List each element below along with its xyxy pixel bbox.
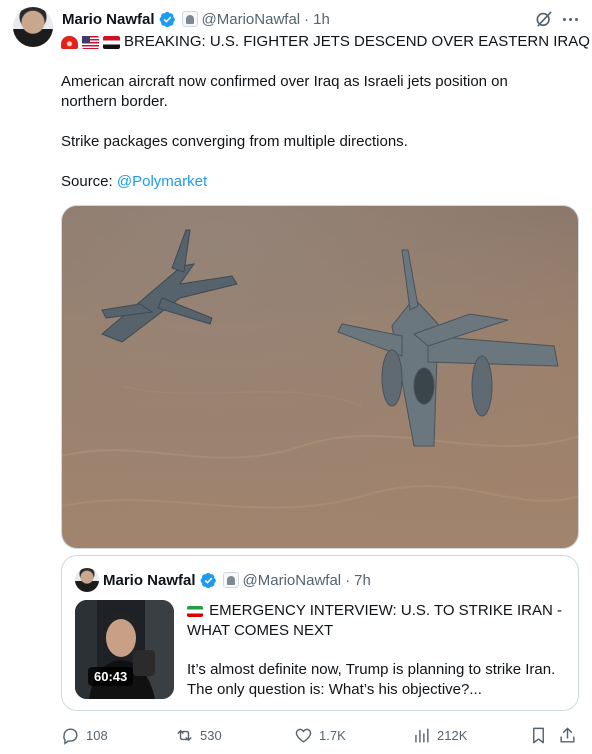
reply-button[interactable]: 108 (61, 722, 108, 748)
tweet-paragraph-2: Strike packages converging from multiple… (61, 133, 408, 150)
verified-badge-icon[interactable] (159, 11, 176, 28)
repost-count: 530 (200, 727, 222, 743)
quoted-author-name[interactable]: Mario Nawfal (103, 572, 196, 589)
tweet-time[interactable]: 1h (313, 11, 330, 28)
reply-count: 108 (86, 727, 108, 743)
iraq-flag-emoji-icon (103, 35, 120, 49)
quoted-tweet-time[interactable]: 7h (354, 572, 371, 589)
more-options-icon[interactable] (559, 8, 581, 30)
video-duration-badge: 60:43 (88, 667, 134, 686)
tweet-headline: BREAKING: U.S. FIGHTER JETS DESCEND OVER… (61, 32, 590, 52)
grok-icon[interactable] (534, 9, 554, 29)
like-button[interactable]: 1.7K (294, 722, 346, 748)
reply-icon (63, 727, 78, 745)
tweet-media-image[interactable] (61, 205, 579, 549)
quoted-tweet-header: Mario Nawfal @MarioNawfal · 7h (103, 570, 371, 590)
author-avatar[interactable] (13, 7, 53, 47)
fighter-jets-photo (62, 206, 578, 548)
separator-dot: · (304, 10, 310, 28)
source-label: Source: (61, 173, 117, 190)
heart-icon (295, 728, 312, 743)
views-count: 212K (437, 727, 468, 743)
affiliate-badge-icon[interactable] (222, 572, 239, 588)
share-button[interactable] (558, 722, 577, 748)
quoted-author-avatar[interactable] (75, 568, 99, 592)
repost-icon (177, 729, 192, 741)
source-link[interactable]: @Polymarket (117, 173, 207, 190)
iran-flag-emoji-icon (187, 605, 203, 617)
tweet-actions-bar: 108 530 1.7K 212K (61, 722, 581, 748)
verified-badge-icon[interactable] (200, 572, 217, 589)
quoted-author-handle[interactable]: @MarioNawfal (243, 572, 342, 589)
us-flag-emoji-icon (82, 35, 99, 49)
affiliate-badge-icon[interactable] (181, 11, 198, 27)
quoted-tweet-title: EMERGENCY INTERVIEW: U.S. TO STRIKE IRAN… (187, 601, 567, 641)
analytics-icon (415, 727, 429, 743)
bookmark-icon (533, 727, 544, 743)
quoted-title-text: EMERGENCY INTERVIEW: U.S. TO STRIKE IRAN… (187, 602, 563, 639)
author-handle[interactable]: @MarioNawfal (202, 11, 301, 28)
tweet-header: Mario Nawfal @MarioNawfal · 1h (62, 9, 330, 29)
like-count: 1.7K (319, 727, 346, 743)
siren-emoji-icon (61, 35, 78, 49)
quoted-tweet[interactable]: Mario Nawfal @MarioNawfal · 7h 60:43 EME… (61, 555, 579, 711)
separator-dot: · (345, 571, 351, 589)
tweet-paragraph-1: American aircraft now confirmed over Ira… (61, 73, 508, 110)
quoted-tweet-body: It’s almost definite now, Trump is plann… (187, 661, 556, 698)
author-name[interactable]: Mario Nawfal (62, 11, 155, 28)
headline-text: BREAKING: U.S. FIGHTER JETS DESCEND OVER… (124, 33, 590, 50)
tweet-source: Source: @Polymarket (61, 172, 207, 192)
share-icon (560, 727, 575, 743)
bookmark-button[interactable] (529, 722, 548, 748)
repost-button[interactable]: 530 (175, 722, 222, 748)
views-button[interactable]: 212K (412, 722, 467, 748)
